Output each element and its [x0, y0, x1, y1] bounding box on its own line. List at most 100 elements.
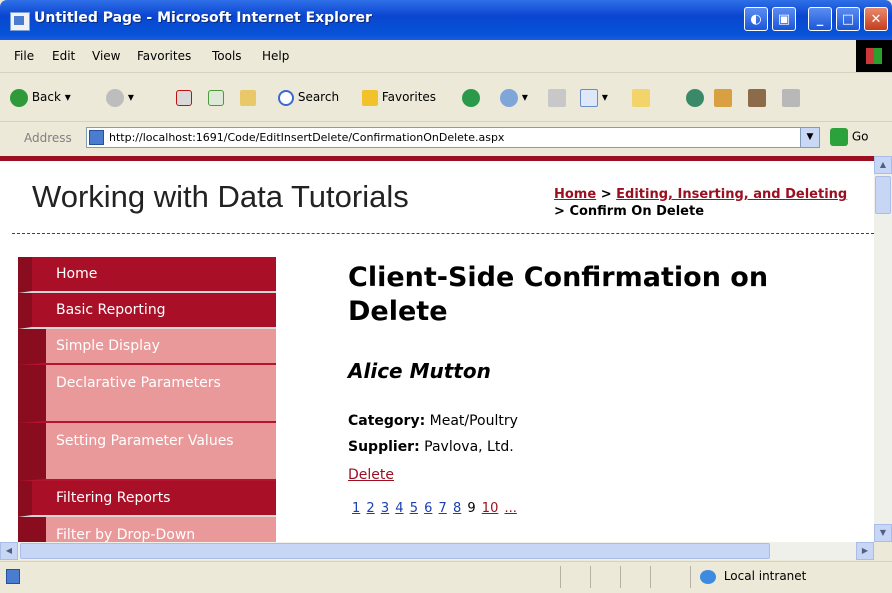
forward-arrow-icon: [106, 88, 124, 107]
pager: 1 2 3 4 5 6 7 8 9 10 ...: [352, 501, 519, 516]
vertical-scrollbar[interactable]: ▲ ▼: [874, 156, 892, 542]
category-label: Category:: [348, 413, 426, 429]
help-icon[interactable]: ◐: [744, 7, 768, 31]
ie-page-icon: [10, 12, 30, 31]
header-divider: [12, 233, 874, 234]
status-divider: [650, 566, 651, 588]
pager-link[interactable]: 5: [410, 501, 418, 516]
delete-link[interactable]: Delete: [348, 467, 394, 483]
pager-link[interactable]: 2: [366, 501, 374, 516]
breadcrumb-section-link[interactable]: Editing, Inserting, and Deleting: [616, 187, 847, 202]
favorites-button[interactable]: Favorites: [362, 87, 436, 107]
scroll-up-icon[interactable]: ▲: [874, 156, 892, 174]
supplier-field: Supplier: Pavlova, Ltd.: [348, 439, 514, 455]
msn-button[interactable]: [686, 87, 704, 107]
intranet-globe-icon: [700, 569, 716, 584]
page-status-icon: [6, 569, 20, 584]
pager-link[interactable]: 4: [395, 501, 403, 516]
menu-item-declarative-parameters[interactable]: Declarative Parameters: [18, 365, 276, 423]
maximize-button[interactable]: □: [836, 7, 860, 31]
restore-icon[interactable]: ▣: [772, 7, 796, 31]
menu-file[interactable]: File: [14, 49, 34, 63]
menu-item-home[interactable]: Home: [18, 257, 276, 293]
scroll-right-icon[interactable]: ▶: [856, 542, 874, 560]
tools-button[interactable]: [748, 87, 766, 107]
browser-window: Untitled Page - Microsoft Internet Explo…: [0, 0, 892, 593]
media-icon: [462, 88, 480, 107]
menu-item-basic-reporting[interactable]: Basic Reporting: [18, 293, 276, 329]
menu-bar: File Edit View Favorites Tools Help: [0, 40, 892, 73]
menu-item-setting-parameter-values[interactable]: Setting Parameter Values: [18, 423, 276, 481]
pager-link[interactable]: 6: [424, 501, 432, 516]
menu-tools[interactable]: Tools: [212, 49, 242, 63]
scroll-left-icon[interactable]: ◀: [0, 542, 18, 560]
home-icon: [240, 89, 256, 106]
messenger-icon: [714, 88, 732, 107]
url-text[interactable]: http://localhost:1691/Code/EditInsertDel…: [109, 131, 504, 144]
status-divider: [690, 566, 691, 588]
star-icon: [362, 89, 378, 106]
tools-icon: [748, 88, 766, 107]
vertical-scroll-thumb[interactable]: [875, 176, 891, 214]
calculator-button[interactable]: [782, 87, 800, 107]
scroll-down-icon[interactable]: ▼: [874, 524, 892, 542]
search-button[interactable]: Search: [278, 87, 339, 107]
horizontal-scroll-thumb[interactable]: [20, 543, 770, 559]
refresh-button[interactable]: [208, 87, 224, 107]
stop-icon: [176, 89, 192, 106]
back-arrow-icon: [10, 88, 28, 107]
breadcrumb-current: Confirm On Delete: [569, 204, 705, 219]
refresh-icon: [208, 89, 224, 106]
menu-favorites[interactable]: Favorites: [137, 49, 191, 63]
folder-icon: [632, 88, 650, 107]
scrollbar-corner: [874, 542, 892, 560]
breadcrumb-separator: >: [600, 187, 612, 202]
printer-icon: [548, 88, 566, 107]
horizontal-scrollbar[interactable]: ◀ ▶: [0, 542, 874, 560]
address-bar: Address http://localhost:1691/Code/EditI…: [0, 122, 892, 154]
title-bar[interactable]: Untitled Page - Microsoft Internet Explo…: [0, 0, 892, 40]
status-divider: [560, 566, 561, 588]
print-button[interactable]: [548, 87, 566, 107]
calculator-icon: [782, 88, 800, 107]
menu-edit[interactable]: Edit: [52, 49, 75, 63]
pager-link[interactable]: 7: [439, 501, 447, 516]
pager-link[interactable]: 1: [352, 501, 360, 516]
pager-link[interactable]: 10: [482, 501, 499, 516]
menu-item-filtering-reports[interactable]: Filtering Reports: [18, 481, 276, 517]
category-value: Meat/Poultry: [429, 413, 518, 429]
supplier-value: Pavlova, Ltd.: [424, 439, 514, 455]
search-icon: [278, 89, 294, 106]
menu-help[interactable]: Help: [262, 49, 289, 63]
pager-next-ellipsis[interactable]: ...: [504, 501, 516, 516]
pager-link[interactable]: 3: [381, 501, 389, 516]
address-input[interactable]: http://localhost:1691/Code/EditInsertDel…: [86, 127, 820, 148]
research-button[interactable]: [714, 87, 732, 107]
security-zone: Local intranet: [700, 569, 806, 584]
category-field: Category: Meat/Poultry: [348, 413, 518, 429]
window-title: Untitled Page - Microsoft Internet Explo…: [34, 10, 372, 26]
supplier-label: Supplier:: [348, 439, 420, 455]
history-button[interactable]: ▾: [500, 87, 528, 107]
back-button[interactable]: Back ▾: [10, 87, 71, 107]
folder-button[interactable]: [632, 87, 650, 107]
site-menu: Home Basic Reporting Simple Display Decl…: [18, 257, 276, 547]
pager-link[interactable]: 8: [453, 501, 461, 516]
breadcrumb-separator: >: [554, 204, 565, 219]
edit-button[interactable]: ▾: [580, 87, 608, 107]
go-button[interactable]: Go: [830, 128, 868, 148]
media-button[interactable]: [462, 87, 480, 107]
home-button[interactable]: [240, 87, 256, 107]
stop-button[interactable]: [176, 87, 192, 107]
menu-view[interactable]: View: [92, 49, 120, 63]
close-button[interactable]: ✕: [864, 7, 888, 31]
minimize-button[interactable]: _: [808, 7, 832, 31]
breadcrumb-home-link[interactable]: Home: [554, 187, 596, 202]
site-title: Working with Data Tutorials: [32, 179, 409, 214]
menu-item-simple-display[interactable]: Simple Display: [18, 329, 276, 365]
page-heading: Client-Side Confirmation on Delete: [348, 262, 769, 327]
chevron-down-icon[interactable]: ▼: [800, 128, 819, 147]
pager-current-page: 9: [467, 501, 476, 516]
status-divider: [590, 566, 591, 588]
forward-button[interactable]: ▾: [106, 87, 134, 107]
